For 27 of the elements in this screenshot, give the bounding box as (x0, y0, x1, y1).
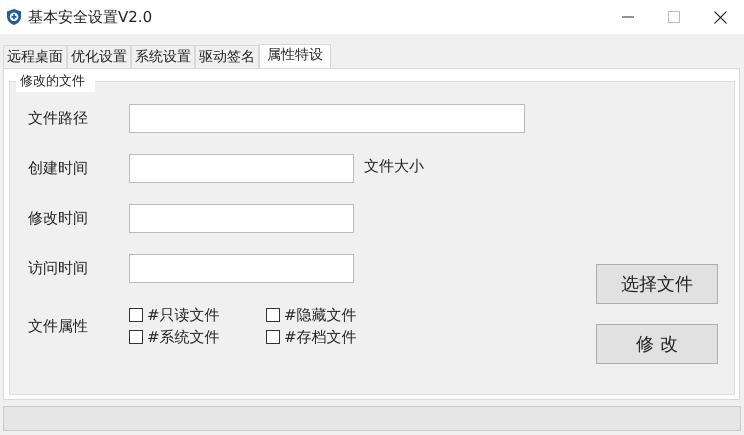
input-field[interactable] (129, 154, 354, 183)
tab[interactable]: 系统设置 (131, 45, 195, 68)
tab[interactable]: 远程桌面 (3, 45, 67, 68)
minimize-icon[interactable] (622, 16, 634, 18)
checkbox[interactable]: #存档文件 (266, 327, 386, 347)
group-legend: 修改的文件 (16, 72, 95, 92)
input-field[interactable] (129, 204, 354, 233)
tab[interactable]: 驱动签名 (195, 45, 259, 68)
checkbox[interactable]: #只读文件 (129, 305, 266, 325)
checkbox[interactable]: #系统文件 (129, 327, 266, 347)
push-button[interactable]: 修 改 (596, 324, 718, 364)
input-field[interactable] (129, 254, 354, 283)
push-button[interactable]: 选择文件 (596, 264, 718, 304)
shield-icon (6, 8, 22, 26)
field-label: 修改时间 (28, 209, 89, 228)
checkbox[interactable]: #隐藏文件 (266, 305, 386, 325)
tab[interactable]: 优化设置 (67, 45, 131, 68)
field-label: 创建时间 (28, 159, 89, 178)
field-label: 文件属性 (28, 316, 89, 336)
input-field[interactable] (129, 104, 525, 133)
field-label: 文件路径 (28, 109, 89, 128)
field-label: 访问时间 (28, 259, 89, 278)
maximize-icon[interactable] (668, 11, 680, 23)
close-icon[interactable] (714, 10, 727, 24)
field-label: 文件大小 (364, 157, 424, 176)
window-title: 基本安全设置V2.0 (28, 8, 152, 26)
tab[interactable]: 属性特设 (259, 44, 331, 68)
